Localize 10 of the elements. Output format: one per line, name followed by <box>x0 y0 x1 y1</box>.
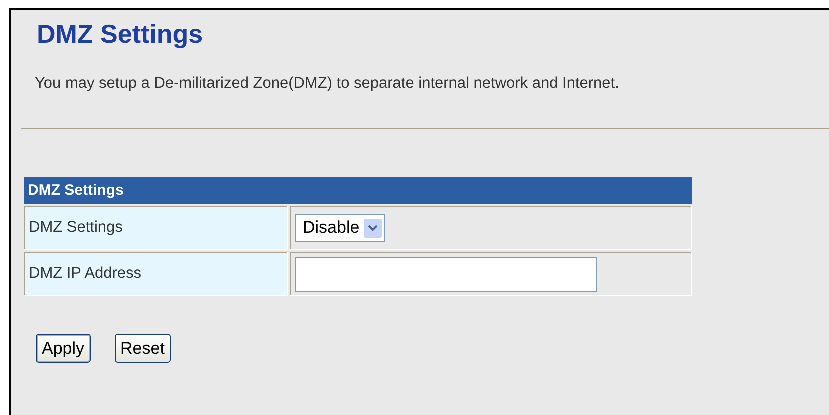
field-label: DMZ IP Address <box>24 252 288 296</box>
table-header: DMZ Settings <box>24 177 692 204</box>
input-field[interactable] <box>295 256 597 292</box>
page-description: You may setup a De-militarized Zone(DMZ) to separate internal network and Internet. <box>35 74 620 94</box>
reset-button[interactable]: Reset <box>114 334 171 363</box>
apply-button[interactable]: Apply <box>36 334 91 363</box>
field-label: DMZ Settings <box>24 206 288 250</box>
dropdown[interactable]: Disable <box>295 214 385 242</box>
chevron-down-icon <box>368 224 378 232</box>
page-title: DMZ Settings <box>37 18 204 50</box>
